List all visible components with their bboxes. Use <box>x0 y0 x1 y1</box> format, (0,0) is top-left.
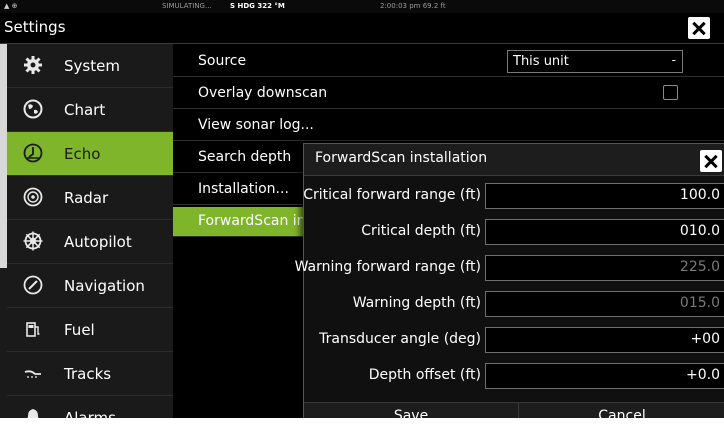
dialog-header: ForwardScan installation <box>304 144 724 176</box>
transducer-angle-field[interactable]: Transducer angle (deg) +00 <box>304 325 724 355</box>
sidebar-item-echo[interactable]: Echo <box>7 132 173 176</box>
setting-row-overlay-downscan[interactable]: Overlay downscan <box>173 79 724 109</box>
close-settings-button[interactable] <box>688 17 710 39</box>
field-label: Depth offset (ft) <box>368 367 481 383</box>
window-title: Settings <box>4 18 66 36</box>
overlay-downscan-checkbox[interactable] <box>663 85 678 100</box>
sidebar-item-label: Radar <box>64 189 109 207</box>
sidebar-item-label: Fuel <box>64 321 95 339</box>
warning-forward-range-input[interactable]: 225.0 <box>485 255 724 281</box>
echo-icon <box>23 143 43 163</box>
source-select-value: This unit <box>513 54 569 69</box>
sidebar-item-tracks[interactable]: Tracks <box>7 352 173 396</box>
field-value: +0.0 <box>686 367 720 383</box>
sidebar-item-label: System <box>64 57 120 75</box>
simulating-indicator: SIMULATING... <box>162 2 212 10</box>
sidebar-item-radar[interactable]: Radar <box>7 176 173 220</box>
dropdown-caret-icon: - <box>671 53 676 67</box>
settings-sidebar: System Chart Echo Radar Autopilot Naviga… <box>0 44 173 418</box>
cancel-button[interactable]: Cancel <box>519 403 724 418</box>
sidebar-item-label: Echo <box>64 145 101 163</box>
critical-forward-range-field[interactable]: Critical forward range (ft) 100.0 <box>303 181 724 211</box>
close-dialog-button[interactable] <box>700 150 722 172</box>
depth-offset-input[interactable]: +0.0 <box>485 363 724 389</box>
transducer-angle-input[interactable]: +00 <box>485 327 724 353</box>
sidebar-scroll-indicator <box>0 44 7 268</box>
gear-icon <box>24 56 42 74</box>
sidebar-item-system[interactable]: System <box>7 44 173 88</box>
warning-depth-input[interactable]: 015.0 <box>485 291 724 317</box>
heading-readout: S HDG 322 °M <box>230 2 285 10</box>
screen: ▲ ⊕ SIMULATING... S HDG 322 °M 2:00:03 p… <box>0 0 724 418</box>
globe-icon <box>23 99 43 119</box>
fuel-icon <box>26 322 40 337</box>
sidebar-item-fuel[interactable]: Fuel <box>7 308 173 352</box>
helm-icon <box>23 231 43 251</box>
field-value: 015.0 <box>679 295 720 311</box>
warning-depth-field[interactable]: Warning depth (ft) 015.0 <box>304 289 724 319</box>
field-label: Critical forward range (ft) <box>303 187 481 203</box>
sidebar-item-label: Alarms <box>64 409 116 418</box>
status-bar: ▲ ⊕ SIMULATING... S HDG 322 °M 2:00:03 p… <box>0 0 724 13</box>
status-icons: ▲ ⊕ <box>4 2 18 10</box>
field-value: 100.0 <box>679 187 720 203</box>
sidebar-item-alarms[interactable]: Alarms <box>7 396 173 418</box>
bell-icon <box>27 409 39 418</box>
sidebar-item-label: Chart <box>64 101 106 119</box>
setting-row-source[interactable]: Source This unit - <box>173 47 724 77</box>
sidebar-item-chart[interactable]: Chart <box>7 88 173 132</box>
radar-icon <box>23 187 43 207</box>
field-value: +00 <box>690 331 720 347</box>
field-value: 225.0 <box>679 259 720 275</box>
setting-label: View sonar log... <box>198 117 314 133</box>
sidebar-item-autopilot[interactable]: Autopilot <box>7 220 173 264</box>
field-label: Warning depth (ft) <box>352 295 481 311</box>
title-bar: Settings <box>0 13 724 44</box>
compass-icon <box>23 275 43 295</box>
field-label: Critical depth (ft) <box>361 223 481 239</box>
setting-label: Overlay downscan <box>198 85 328 101</box>
depth-offset-field[interactable]: Depth offset (ft) +0.0 <box>304 361 724 391</box>
sidebar-item-navigation[interactable]: Navigation <box>7 264 173 308</box>
sidebar-item-label: Tracks <box>64 365 112 383</box>
field-label: Warning forward range (ft) <box>294 259 481 275</box>
setting-row-view-sonar-log[interactable]: View sonar log... <box>173 111 724 141</box>
field-label: Transducer angle (deg) <box>319 331 481 347</box>
critical-depth-field[interactable]: Critical depth (ft) 010.0 <box>304 217 724 247</box>
critical-depth-input[interactable]: 010.0 <box>485 219 724 245</box>
sidebar-item-label: Navigation <box>64 277 145 295</box>
source-select[interactable]: This unit - <box>507 50 683 73</box>
tracks-icon <box>24 370 41 378</box>
save-button[interactable]: Save <box>304 403 519 418</box>
forwardscan-installation-dialog: ForwardScan installation Critical forwar… <box>295 143 724 418</box>
setting-label: Installation... <box>198 181 289 197</box>
warning-forward-range-field[interactable]: Warning forward range (ft) 225.0 <box>295 253 724 283</box>
setting-label: Source <box>198 53 247 69</box>
sidebar-item-label: Autopilot <box>64 233 132 251</box>
dialog-footer: Save Cancel <box>304 402 724 418</box>
time-depth-readout: 2:00:03 pm 69.2 ft <box>380 2 446 10</box>
field-value: 010.0 <box>679 223 720 239</box>
setting-label: Search depth <box>198 149 292 165</box>
critical-forward-range-input[interactable]: 100.0 <box>485 183 724 209</box>
dialog-title: ForwardScan installation <box>315 150 488 166</box>
